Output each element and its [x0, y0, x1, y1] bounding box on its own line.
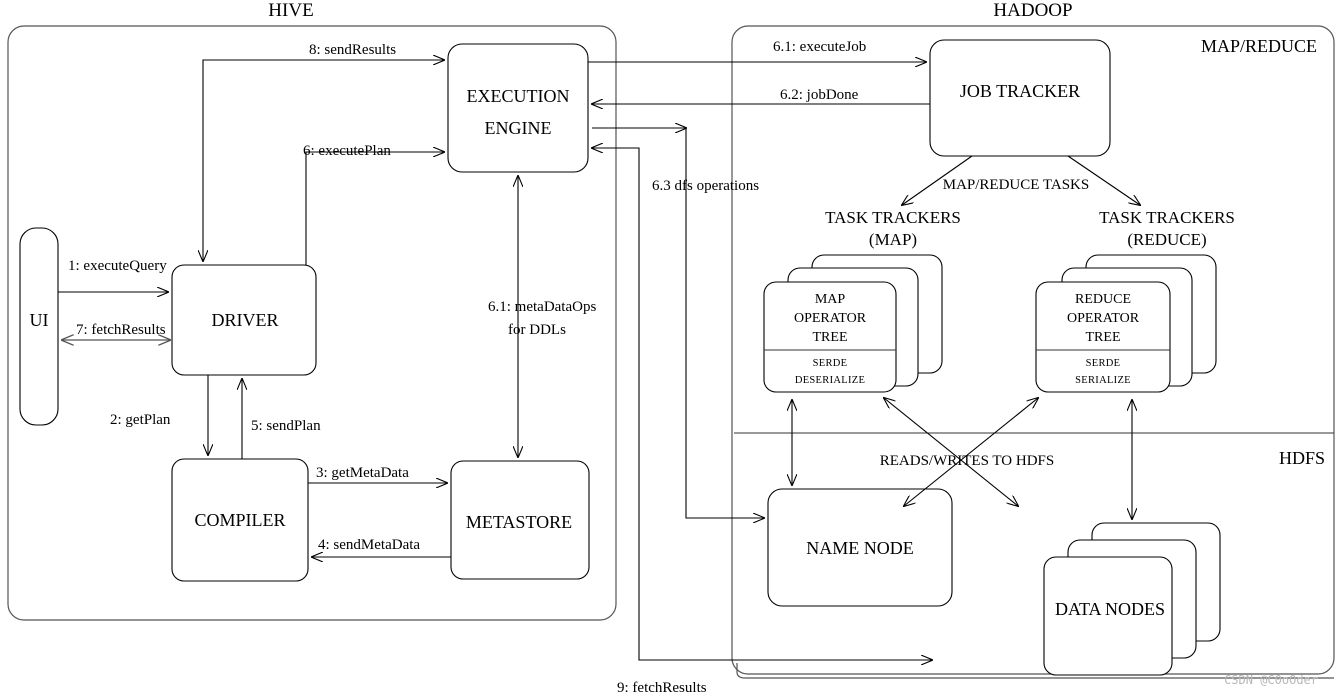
- edge-label-get-plan: 2: getPlan: [110, 412, 171, 428]
- name-node-label: NAME NODE: [806, 538, 914, 558]
- mapreduce-label: MAP/REDUCE: [1201, 36, 1317, 56]
- edge-label-execute-plan: 6: executePlan: [303, 143, 391, 159]
- map-serde-line2: DESERIALIZE: [795, 375, 865, 386]
- edge-label-map-reduce-tasks: MAP/REDUCE TASKS: [943, 177, 1089, 193]
- edge-label-metadata-ops-line2: for DDLs: [508, 322, 566, 338]
- edge-label-fetch-results-9: 9: fetchResults: [617, 680, 707, 694]
- execution-engine-label-line2: ENGINE: [485, 118, 552, 138]
- edge-label-metadata-ops-line1: 6.1: metaDataOps: [488, 299, 596, 315]
- map-operator-tree-line3: TREE: [813, 330, 848, 345]
- ui-label: UI: [30, 310, 49, 330]
- edge-label-send-metadata: 4: sendMetaData: [318, 537, 420, 553]
- job-tracker-label: JOB TRACKER: [960, 81, 1080, 101]
- task-trackers-map-label-line1: TASK TRACKERS: [825, 208, 961, 227]
- execution-engine-label-line1: EXECUTION: [467, 86, 570, 106]
- map-operator-tree-line2: OPERATOR: [794, 311, 867, 326]
- edge-execute-plan: [305, 152, 444, 265]
- edge-send-results: [203, 60, 444, 261]
- metastore-label: METASTORE: [466, 512, 572, 532]
- task-trackers-map-label-line2: (MAP): [869, 230, 917, 249]
- driver-label: DRIVER: [212, 310, 279, 330]
- reduce-operator-tree-line1: REDUCE: [1075, 292, 1131, 307]
- watermark: CSDN @C0oOder: [1224, 673, 1318, 687]
- edge-label-dfs-operations: 6.3 dfs operations: [652, 178, 759, 194]
- diagram-canvas: HIVE HADOOP MAP/REDUCE HDFS UI DRIVER CO…: [0, 0, 1342, 694]
- execution-engine-box[interactable]: [447, 43, 589, 173]
- edge-label-get-metadata: 3: getMetaData: [316, 465, 409, 481]
- task-trackers-reduce-label-line1: TASK TRACKERS: [1099, 208, 1235, 227]
- reduce-serde-line1: SERDE: [1086, 358, 1121, 369]
- hdfs-label: HDFS: [1279, 448, 1325, 468]
- map-operator-tree-line1: MAP: [815, 292, 846, 307]
- reduce-operator-tree-line2: OPERATOR: [1067, 311, 1140, 326]
- task-trackers-reduce-label-line2: (REDUCE): [1127, 230, 1206, 249]
- edge-label-job-done: 6.2: jobDone: [780, 87, 859, 103]
- edge-label-send-plan: 5: sendPlan: [251, 418, 321, 434]
- map-serde-line1: SERDE: [813, 358, 848, 369]
- edge-label-reads-writes-hdfs: READS/WRITES TO HDFS: [880, 453, 1054, 469]
- reduce-serde-line2: SERIALIZE: [1075, 375, 1131, 386]
- edge-label-execute-query: 1: executeQuery: [68, 258, 167, 274]
- hive-container-label: HIVE: [268, 0, 313, 21]
- edge-label-fetch-results: 7: fetchResults: [76, 322, 166, 338]
- reduce-operator-tree-line3: TREE: [1086, 330, 1121, 345]
- compiler-label: COMPILER: [194, 510, 285, 530]
- edge-reduce-to-namenode: [904, 398, 1038, 506]
- edge-label-send-results: 8: sendResults: [309, 42, 396, 58]
- data-nodes-label: DATA NODES: [1055, 599, 1165, 619]
- edge-label-execute-job: 6.1: executeJob: [773, 39, 866, 55]
- hadoop-container-label: HADOOP: [993, 0, 1072, 21]
